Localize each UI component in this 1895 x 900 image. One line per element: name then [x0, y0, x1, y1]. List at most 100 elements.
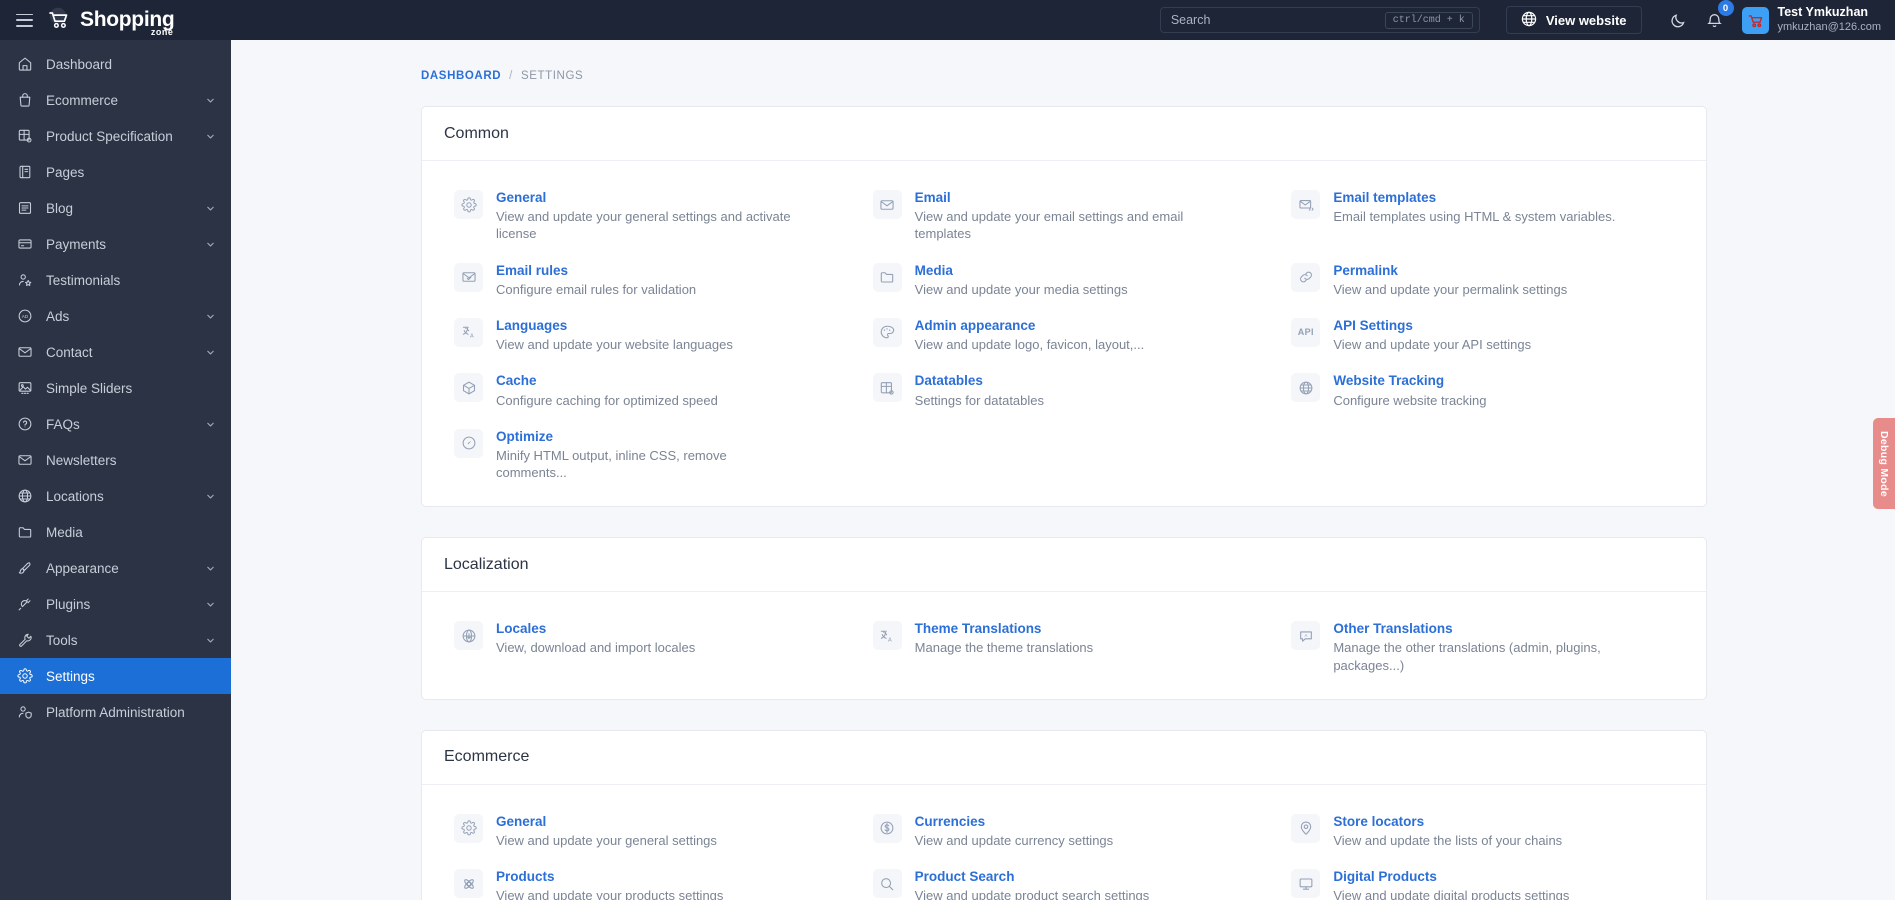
gear-icon [16, 668, 33, 685]
sidebar-item-payments[interactable]: Payments [0, 226, 231, 262]
brand-zone: Shopping zone [0, 0, 231, 40]
chevron-down-icon[interactable] [206, 93, 215, 108]
home-icon [16, 56, 33, 73]
setting-link-cache[interactable]: Cache Configure caching for optimized spe… [436, 362, 855, 417]
sidebar-item-contact[interactable]: Contact [0, 334, 231, 370]
setting-text: Cache Configure caching for optimized spe… [496, 371, 718, 408]
chevron-down-icon[interactable] [206, 489, 215, 504]
chevron-down-icon[interactable] [206, 417, 215, 432]
chevron-down-icon[interactable] [206, 237, 215, 252]
setting-link-permalink[interactable]: Permalink View and update your permalink … [1273, 252, 1692, 307]
chevron-down-icon[interactable] [206, 597, 215, 612]
sidebar-item-plugins[interactable]: Plugins [0, 586, 231, 622]
search-shortcut-hint: ctrl/cmd + k [1384, 11, 1473, 29]
setting-link-general[interactable]: General View and update your general sett… [436, 803, 855, 858]
sidebar-item-label: Settings [46, 668, 95, 684]
svg-text:AD: AD [21, 314, 28, 319]
sidebar-item-settings[interactable]: Settings [0, 658, 231, 694]
setting-link-general[interactable]: General View and update your general sett… [436, 179, 855, 252]
sidebar-item-ads[interactable]: AD Ads [0, 298, 231, 334]
sidebar-item-label: Payments [46, 236, 107, 252]
setting-link-other-translations[interactable]: A Other Translations Manage the other tran… [1273, 610, 1692, 683]
setting-title: API Settings [1333, 317, 1413, 333]
sidebar-item-dashboard[interactable]: Dashboard [0, 46, 231, 82]
chevron-down-icon[interactable] [206, 633, 215, 648]
envelope-code-icon [1291, 190, 1321, 219]
moon-icon[interactable] [1666, 7, 1692, 33]
setting-description: View, download and import locales [496, 640, 696, 656]
debug-mode-tab[interactable]: Debug Mode [1873, 418, 1895, 509]
setting-link-email-templates[interactable]: Email templates Email templates using HTM… [1273, 179, 1692, 252]
setting-link-theme-translations[interactable]: A Theme Translations Manage the theme tran… [855, 610, 1274, 683]
setting-link-api-settings[interactable]: API API Settings View and update your API … [1273, 307, 1692, 362]
setting-link-currencies[interactable]: Currencies View and update currency setti… [855, 803, 1274, 858]
chevron-down-icon[interactable] [206, 345, 215, 360]
breadcrumb-dashboard[interactable]: DASHBOARD [421, 70, 501, 82]
setting-link-store-locators[interactable]: Store locators View and update the lists … [1273, 803, 1692, 858]
chevron-down-icon[interactable] [206, 309, 215, 324]
globe-download-icon [454, 621, 483, 651]
setting-description: Configure website tracking [1333, 392, 1487, 408]
sidebar-item-label: FAQs [46, 416, 80, 432]
setting-description: View and update logo, favicon, layout,..… [914, 337, 1145, 353]
search-input[interactable]: Search ctrl/cmd + k [1159, 7, 1480, 33]
sidebar-item-media[interactable]: Media [0, 514, 231, 550]
atom-icon [454, 869, 483, 899]
bell-icon[interactable]: 0 [1702, 0, 1734, 33]
sidebar-item-testimonials[interactable]: Testimonials [0, 262, 231, 298]
sidebar-item-label: Locations [46, 488, 104, 504]
setting-link-languages[interactable]: A Languages View and update your website l… [436, 307, 855, 362]
globe-icon [16, 488, 33, 505]
setting-link-products[interactable]: Products View and update your products se… [436, 858, 855, 900]
sidebar-item-newsletters[interactable]: Newsletters [0, 442, 231, 478]
sidebar-item-tools[interactable]: Tools [0, 622, 231, 658]
setting-link-product-search[interactable]: Product Search View and update product se… [855, 858, 1274, 900]
view-website-button[interactable]: View website [1505, 6, 1642, 34]
user-meta: Test Ymkuzhan ymkuzhan@126.com [1778, 5, 1882, 34]
setting-text: Datatables Settings for datatables [915, 371, 1044, 408]
setting-link-datatables[interactable]: Datatables Settings for datatables [855, 362, 1274, 417]
setting-text: General View and update your general sett… [496, 188, 796, 243]
setting-text: Media View and update your media settings [915, 261, 1128, 298]
dollar-circle-icon [872, 813, 902, 843]
sidebar-item-platform-administration[interactable]: Platform Administration [0, 694, 231, 730]
chevron-down-icon[interactable] [206, 129, 215, 144]
setting-link-optimize[interactable]: Optimize Minify HTML output, inline CSS, … [436, 418, 855, 491]
breadcrumb: DASHBOARD / SETTINGS [231, 40, 1895, 82]
setting-link-admin-appearance[interactable]: Admin appearance View and update logo, fa… [855, 307, 1274, 362]
shopping-cart-icon [47, 7, 73, 33]
setting-description: Manage the theme translations [914, 640, 1094, 656]
setting-title: Admin appearance [914, 317, 1036, 333]
sidebar-item-locations[interactable]: Locations [0, 478, 231, 514]
sidebar-item-appearance[interactable]: Appearance [0, 550, 231, 586]
user-menu[interactable]: Test Ymkuzhan ymkuzhan@126.com [1741, 5, 1882, 34]
chevron-down-icon[interactable] [206, 561, 215, 576]
setting-title: Email rules [496, 262, 569, 278]
bag-icon [16, 92, 33, 109]
sidebar-item-product-specification[interactable]: Product Specification [0, 118, 231, 154]
avatar [1741, 6, 1769, 34]
setting-link-website-tracking[interactable]: Website Tracking Configure website tracki… [1273, 362, 1692, 417]
user-star-icon [16, 272, 33, 289]
sidebar-item-simple-sliders[interactable]: Simple Sliders [0, 370, 231, 406]
user-email: ymkuzhan@126.com [1777, 20, 1882, 33]
setting-title: Store locators [1333, 813, 1425, 829]
app-logo[interactable]: Shopping zone [47, 7, 175, 37]
sidebar-item-blog[interactable]: Blog [0, 190, 231, 226]
sidebar-item-pages[interactable]: Pages [0, 154, 231, 190]
sidebar-item-ecommerce[interactable]: Ecommerce [0, 82, 231, 118]
setting-link-email-rules[interactable]: Email rules Configure email rules for val… [436, 252, 855, 307]
setting-link-email[interactable]: Email View and update your email settings… [855, 179, 1274, 252]
hamburger-icon[interactable] [16, 13, 33, 27]
setting-link-media[interactable]: Media View and update your media settings [855, 252, 1274, 307]
setting-link-digital-products[interactable]: Digital Products View and update digital … [1273, 858, 1692, 900]
setting-title: Media [914, 262, 953, 278]
sidebar-item-faqs[interactable]: FAQs [0, 406, 231, 442]
setting-text: Currencies View and update currency setti… [915, 812, 1114, 849]
chevron-down-icon[interactable] [206, 201, 215, 216]
setting-title: Languages [496, 317, 568, 333]
sidebar-item-label: Appearance [46, 560, 119, 576]
user-name: Test Ymkuzhan [1777, 5, 1869, 20]
setting-link-locales[interactable]: Locales View, download and import locales [436, 610, 855, 683]
sidebar-item-label: Contact [46, 344, 93, 360]
